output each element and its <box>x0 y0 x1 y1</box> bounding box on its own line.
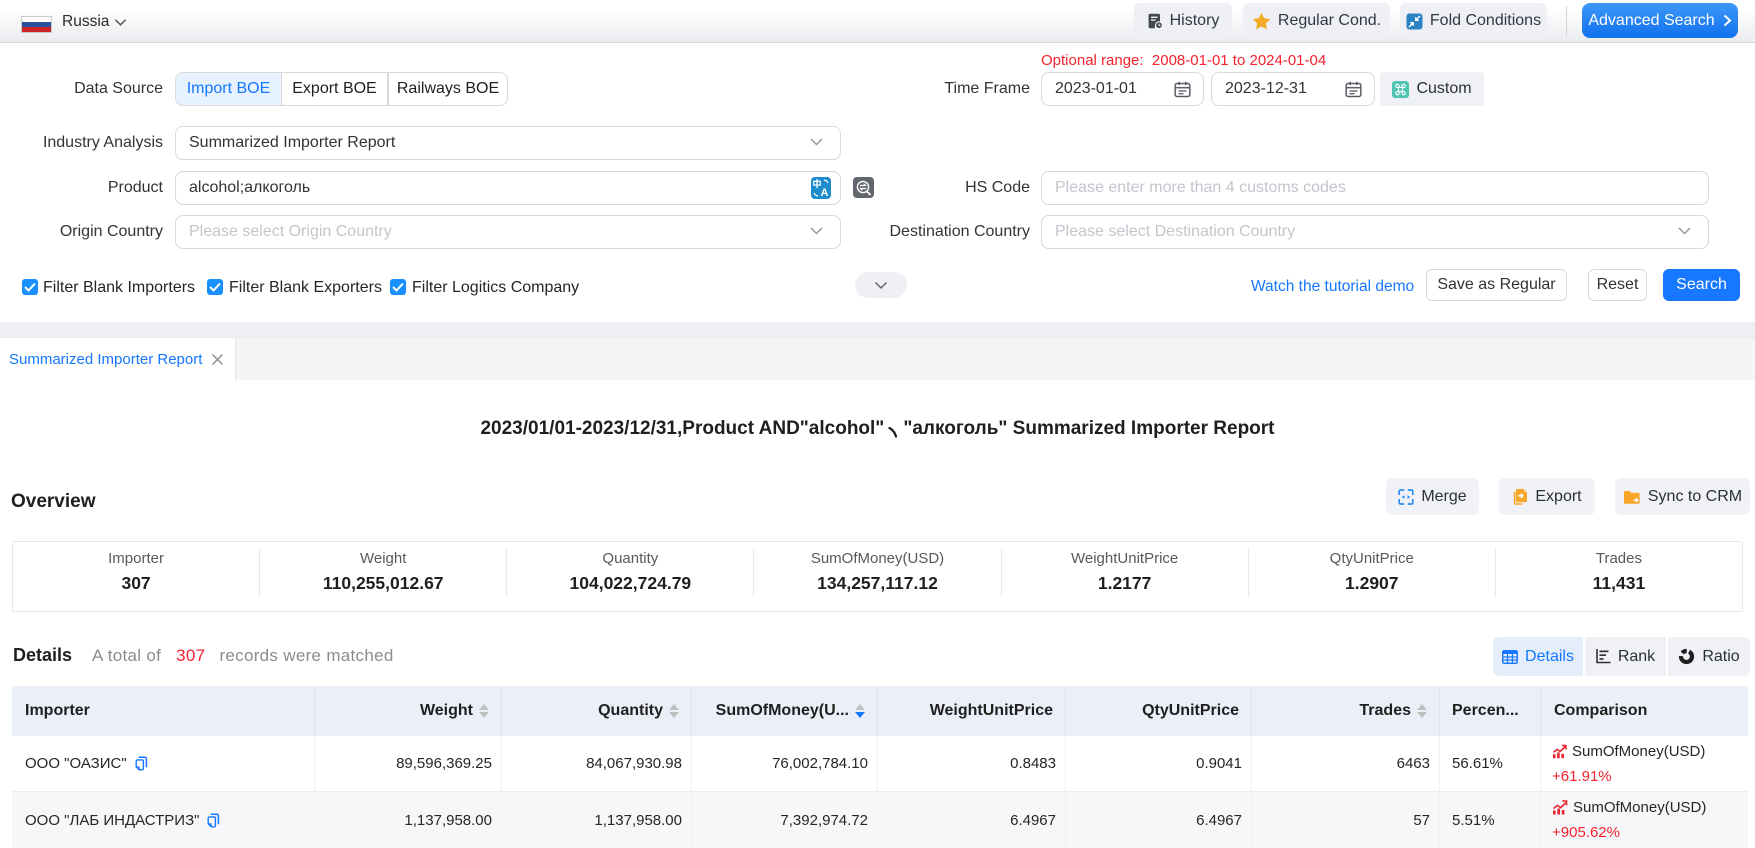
svg-text:A: A <box>821 187 829 199</box>
